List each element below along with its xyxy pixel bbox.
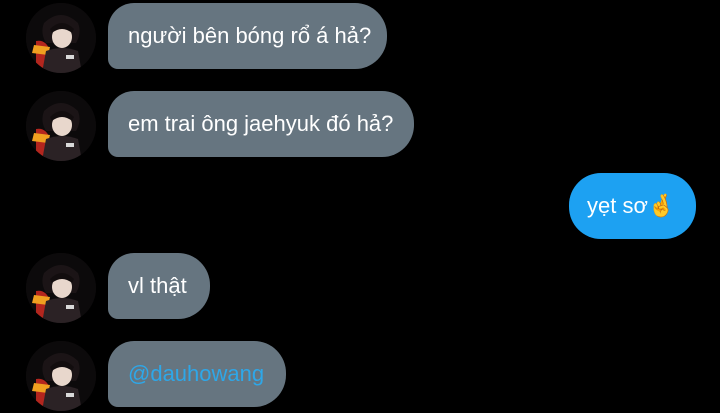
message-bubble-incoming[interactable]: vl thật: [108, 253, 210, 319]
avatar-photo-icon: [26, 91, 96, 161]
message-text: em trai ông jaehyuk đó hả?: [128, 111, 394, 136]
avatar[interactable]: [26, 253, 96, 323]
message-bubble-outgoing[interactable]: yẹt sơ🤞: [569, 173, 696, 239]
chat-thread: người bên bóng rổ á hả? em trai ông jaeh…: [0, 0, 720, 413]
avatar[interactable]: [26, 91, 96, 161]
message-text: yẹt sơ🤞: [587, 193, 676, 218]
avatar-photo-icon: [26, 341, 96, 411]
message-text: vl thật: [128, 273, 187, 298]
message-text: người bên bóng rổ á hả?: [128, 23, 372, 48]
mention-link[interactable]: @dauhowang: [128, 363, 264, 385]
avatar[interactable]: [26, 3, 96, 73]
message-bubble-incoming[interactable]: người bên bóng rổ á hả?: [108, 3, 387, 69]
avatar[interactable]: [26, 341, 96, 411]
avatar-photo-icon: [26, 3, 96, 73]
message-bubble-incoming[interactable]: em trai ông jaehyuk đó hả?: [108, 91, 414, 157]
message-bubble-incoming[interactable]: @dauhowang: [108, 341, 286, 407]
avatar-photo-icon: [26, 253, 96, 323]
